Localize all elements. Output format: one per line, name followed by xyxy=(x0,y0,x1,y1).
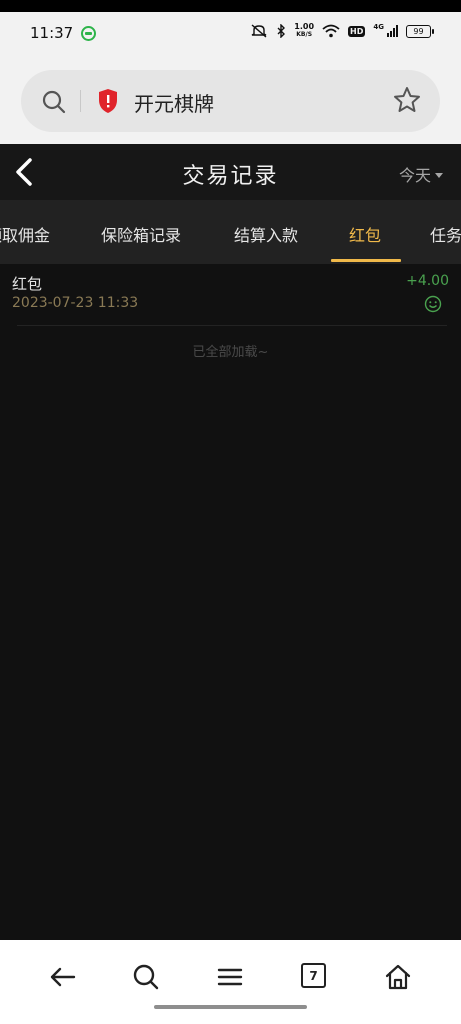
chevron-down-icon xyxy=(435,172,443,178)
tab-commission[interactable]: 领取佣金 xyxy=(0,222,50,246)
menu-icon[interactable] xyxy=(216,963,244,991)
record-title: 红包 xyxy=(12,275,43,293)
tab-settlement-deposit[interactable]: 结算入款 xyxy=(234,222,298,246)
smile-icon xyxy=(424,295,442,313)
active-tab-indicator xyxy=(331,259,401,262)
chat-notification-icon xyxy=(81,26,96,41)
bluetooth-icon xyxy=(277,24,286,38)
status-time: 11:37 xyxy=(30,24,74,42)
bookmark-star-icon[interactable] xyxy=(393,86,421,114)
tabs-count-label: 7 xyxy=(309,968,318,983)
list-end-text: 已全部加载~ xyxy=(192,345,269,360)
mute-bell-icon xyxy=(251,24,267,38)
network-speed-unit: KB/S xyxy=(296,31,313,38)
home-indicator[interactable] xyxy=(154,1005,307,1009)
record-amount: +4.00 xyxy=(406,273,449,289)
search-icon[interactable] xyxy=(41,89,67,115)
tab-tasks[interactable]: 任务 xyxy=(430,222,461,246)
network-gen-label: 4G xyxy=(373,23,384,31)
browser-address-bar: 开元棋牌 xyxy=(0,56,461,144)
record-time: 2023-07-23 11:33 xyxy=(12,295,139,311)
security-shield-icon[interactable] xyxy=(97,88,119,114)
list-item[interactable]: 红包 2023-07-23 11:33 +4.00 xyxy=(0,264,461,326)
network-speed: 1.00 KB/S xyxy=(294,23,314,39)
battery-icon: 99 xyxy=(406,24,434,38)
status-indicators: 1.00 KB/S HD 4G 99 xyxy=(250,23,434,39)
url-title: 开元棋牌 xyxy=(134,92,214,116)
status-bar: 11:37 1.00 KB/S HD 4G 99 xyxy=(0,12,461,56)
tab-safe-box-records[interactable]: 保险箱记录 xyxy=(101,222,181,246)
page-title: 交易记录 xyxy=(182,164,279,189)
date-filter-dropdown[interactable]: 今天 xyxy=(399,162,443,186)
back-icon[interactable] xyxy=(49,963,77,991)
url-divider xyxy=(80,90,81,112)
home-icon[interactable] xyxy=(384,963,412,991)
row-divider xyxy=(17,325,447,326)
network-speed-value: 1.00 xyxy=(294,22,315,31)
tab-red-packet[interactable]: 红包 xyxy=(349,222,381,246)
browser-nav-bar: 7 xyxy=(0,940,461,1024)
date-filter-label: 今天 xyxy=(398,166,431,185)
battery-level: 99 xyxy=(413,26,424,36)
app-header: 交易记录 今天 xyxy=(0,144,461,200)
search-icon[interactable] xyxy=(132,963,160,991)
records-list: 红包 2023-07-23 11:33 +4.00 已全部加载~ xyxy=(0,264,461,940)
tab-bar: 领取佣金 保险箱记录 结算入款 红包 任务 xyxy=(0,200,461,264)
wifi-icon xyxy=(322,24,340,38)
tabs-count-button[interactable]: 7 xyxy=(301,963,326,988)
url-field[interactable]: 开元棋牌 xyxy=(21,70,440,132)
hd-badge: HD xyxy=(348,25,366,37)
signal-icon xyxy=(387,25,398,37)
screen-top-edge xyxy=(0,0,461,12)
